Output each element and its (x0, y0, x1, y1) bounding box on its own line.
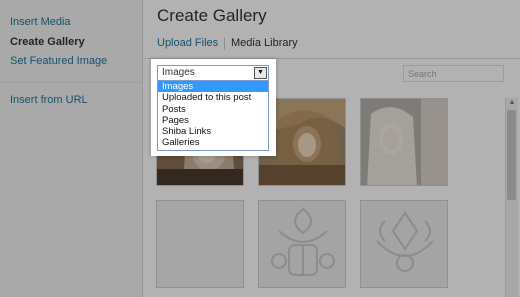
scroll-thumb[interactable] (507, 110, 516, 200)
sidebar-item-insert-media[interactable]: Insert Media (10, 16, 71, 28)
attachment-thumbnail[interactable] (360, 200, 448, 288)
tab-upload-files[interactable]: Upload Files (157, 37, 218, 49)
scroll-up-arrow-icon[interactable]: ▲ (507, 98, 517, 108)
page-title: Create Gallery (157, 6, 267, 25)
tab-media-library[interactable]: Media Library (231, 37, 298, 49)
search-input[interactable] (403, 65, 504, 82)
ornament-pattern-image (271, 207, 335, 276)
attachment-thumbnail[interactable] (360, 98, 448, 186)
photo-image (361, 99, 447, 185)
option-uploaded-to-this-post[interactable]: Uploaded to this post (158, 92, 268, 103)
filter-options-list: Images Uploaded to this post Posts Pages… (157, 81, 269, 151)
ornament-pattern-image (376, 211, 434, 272)
tab-divider (224, 38, 225, 50)
option-images[interactable]: Images (158, 81, 268, 93)
chevron-down-icon[interactable]: ▼ (254, 67, 267, 79)
attachment-thumbnail[interactable] (258, 200, 346, 288)
attachment-thumbnail[interactable] (156, 200, 244, 288)
sidebar-item-create-gallery[interactable]: Create Gallery (10, 36, 85, 48)
option-pages[interactable]: Pages (158, 115, 268, 126)
option-galleries[interactable]: Galleries (158, 137, 268, 148)
grid-scrollbar[interactable]: ▲ (505, 98, 518, 297)
sidebar-divider (0, 82, 142, 83)
option-posts[interactable]: Posts (158, 104, 268, 115)
sidebar-item-set-featured-image[interactable]: Set Featured Image (10, 55, 107, 67)
media-filter-select[interactable]: Images ▼ (157, 65, 269, 81)
select-value: Images (162, 67, 195, 78)
filter-dropdown-highlight: Images ▼ Images Uploaded to this post Po… (151, 59, 276, 156)
option-shiba-links[interactable]: Shiba Links (158, 126, 268, 137)
media-sidebar: Insert Media Create Gallery Set Featured… (0, 0, 143, 297)
sidebar-item-insert-from-url[interactable]: Insert from URL (10, 94, 88, 106)
